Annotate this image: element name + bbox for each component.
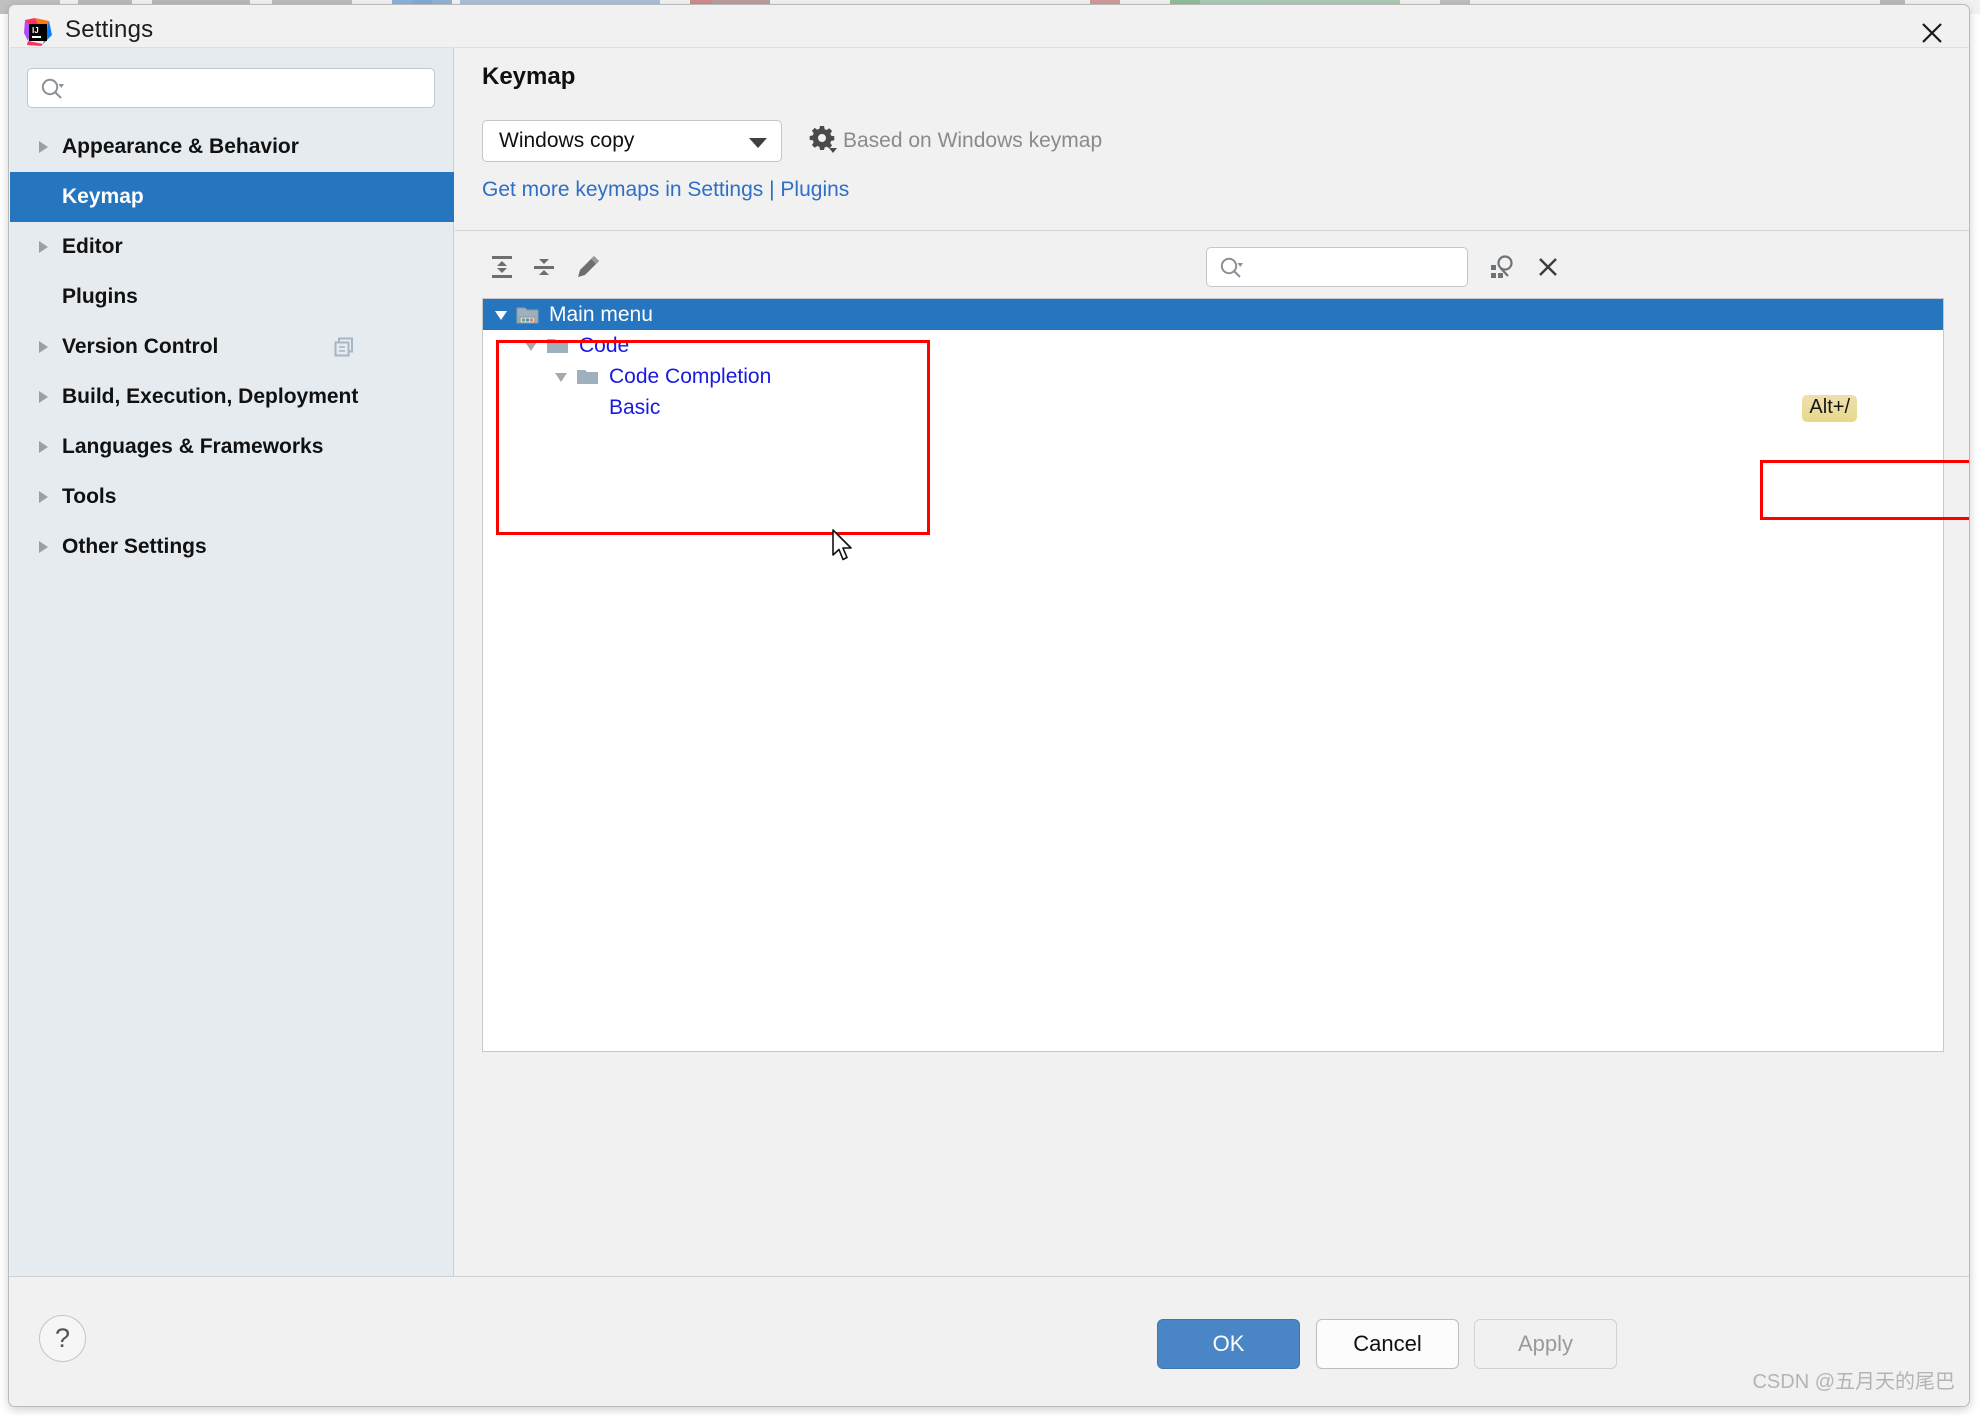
keymap-dropdown[interactable]: Windows copy bbox=[482, 120, 782, 162]
tree-row-label: Basic bbox=[609, 395, 661, 419]
chevron-down-icon[interactable] bbox=[489, 307, 513, 323]
sidebar-item-label: Version Control bbox=[62, 335, 219, 358]
get-more-keymaps-link[interactable]: Get more keymaps in Settings | Plugins bbox=[482, 178, 849, 202]
tree-row-label: Code Completion bbox=[609, 364, 772, 388]
sidebar-search-input[interactable] bbox=[74, 69, 424, 107]
sidebar-item-build-execution-deployment[interactable]: Build, Execution, Deployment bbox=[10, 372, 454, 422]
svg-text:IJ: IJ bbox=[32, 26, 39, 35]
keymap-search-input[interactable] bbox=[1253, 248, 1458, 286]
chevron-right-icon bbox=[36, 486, 58, 508]
keymap-dropdown-value: Windows copy bbox=[499, 129, 635, 152]
sidebar-item-label: Appearance & Behavior bbox=[62, 135, 299, 158]
tree-row[interactable]: Code bbox=[483, 330, 1943, 361]
expand-all-icon[interactable] bbox=[483, 248, 521, 286]
sidebar-item-label: Languages & Frameworks bbox=[62, 435, 324, 458]
chevron-right-icon bbox=[36, 236, 58, 258]
sidebar-nav-list: Appearance & Behavior Keymap Editor Plug… bbox=[10, 122, 454, 572]
main-menu-folder-icon bbox=[513, 304, 543, 326]
keymap-based-on-label: Based on Windows keymap bbox=[843, 129, 1103, 152]
tree-row-label: Code bbox=[579, 333, 630, 357]
chevron-right-icon bbox=[36, 386, 58, 408]
sidebar-item-label: Tools bbox=[62, 485, 117, 508]
keymap-actions-tree[interactable]: Main menu Code Code Completion Basic Alt… bbox=[482, 298, 1944, 1052]
intellij-idea-icon: IJ bbox=[23, 17, 53, 47]
chevron-down-icon[interactable] bbox=[519, 338, 543, 354]
sidebar-item-label: Editor bbox=[62, 235, 123, 258]
sidebar-item-languages-frameworks[interactable]: Languages & Frameworks bbox=[10, 422, 454, 472]
sidebar-item-editor[interactable]: Editor bbox=[10, 222, 454, 272]
settings-dialog: IJ Settings Appearance & Behavior Keymap… bbox=[8, 4, 1970, 1407]
section-divider bbox=[455, 230, 1969, 231]
sidebar-item-other-settings[interactable]: Other Settings bbox=[10, 522, 454, 572]
chevron-right-icon bbox=[36, 136, 58, 158]
tree-row[interactable]: Basic Alt+/ bbox=[483, 392, 1943, 423]
sidebar-item-version-control[interactable]: Version Control bbox=[10, 322, 454, 372]
chevron-right-icon bbox=[36, 336, 58, 358]
sidebar-item-tools[interactable]: Tools bbox=[10, 472, 454, 522]
sidebar-search-box[interactable] bbox=[27, 68, 435, 108]
keymap-tree-toolbar bbox=[455, 240, 1969, 292]
search-icon bbox=[1219, 256, 1245, 285]
apply-button: Apply bbox=[1474, 1319, 1617, 1369]
folder-icon bbox=[543, 336, 573, 356]
shortcut-badge: Alt+/ bbox=[1802, 395, 1857, 422]
chevron-right-icon bbox=[36, 436, 58, 458]
tree-row-label: Main menu bbox=[549, 302, 653, 326]
sidebar-item-label: Plugins bbox=[62, 285, 138, 308]
copy-icon[interactable] bbox=[334, 337, 356, 364]
gear-icon[interactable] bbox=[807, 124, 837, 159]
watermark: CSDN @五月天的尾巴 bbox=[1752, 1371, 1955, 1393]
help-button[interactable]: ? bbox=[39, 1315, 86, 1362]
sidebar-item-label: Build, Execution, Deployment bbox=[62, 385, 359, 408]
keymap-search-box[interactable] bbox=[1206, 247, 1468, 287]
sidebar-item-appearance-behavior[interactable]: Appearance & Behavior bbox=[10, 122, 454, 172]
dialog-footer: ? OK Cancel Apply CSDN @五月天的尾巴 bbox=[9, 1276, 1969, 1406]
chevron-right-icon bbox=[36, 536, 58, 558]
sidebar-item-keymap[interactable]: Keymap bbox=[10, 172, 454, 222]
tree-row[interactable]: Main menu bbox=[483, 299, 1943, 330]
ok-button[interactable]: OK bbox=[1157, 1319, 1300, 1369]
tree-row[interactable]: Code Completion bbox=[483, 361, 1943, 392]
pencil-edit-icon[interactable] bbox=[569, 248, 607, 286]
cancel-button[interactable]: Cancel bbox=[1316, 1319, 1459, 1369]
page-title: Keymap bbox=[482, 63, 576, 90]
settings-sidebar: Appearance & Behavior Keymap Editor Plug… bbox=[10, 47, 454, 1277]
search-icon bbox=[40, 77, 66, 106]
dialog-title: Settings bbox=[65, 16, 154, 43]
sidebar-item-label: Other Settings bbox=[62, 535, 207, 558]
find-by-shortcut-icon[interactable] bbox=[1485, 249, 1521, 285]
sidebar-item-plugins[interactable]: Plugins bbox=[10, 272, 454, 322]
sidebar-item-label: Keymap bbox=[62, 185, 144, 208]
chevron-down-icon bbox=[749, 138, 767, 148]
close-icon[interactable] bbox=[1530, 249, 1566, 285]
keymap-settings-pane: Keymap Windows copy Based on Windows key… bbox=[455, 47, 1969, 1277]
folder-icon bbox=[573, 367, 603, 387]
collapse-all-icon[interactable] bbox=[525, 248, 563, 286]
chevron-down-icon[interactable] bbox=[549, 369, 573, 385]
